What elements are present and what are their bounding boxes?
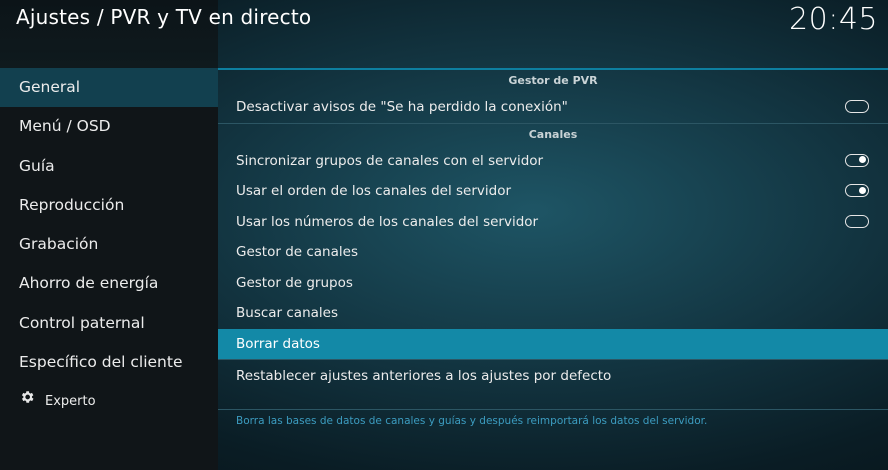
section-header-gestor-pvr: Gestor de PVR	[508, 74, 598, 87]
toggle-switch-on[interactable]	[845, 153, 869, 167]
sidebar: General Menú / OSD Guía Reproducción Gra…	[0, 68, 218, 470]
setting-label: Usar el orden de los canales del servido…	[236, 183, 512, 199]
sidebar-item-label: Menú / OSD	[19, 117, 111, 136]
setting-numeros-canales[interactable]: Usar los números de los canales del serv…	[218, 207, 888, 238]
sidebar-item-grabacion[interactable]: Grabación	[0, 225, 218, 264]
setting-label: Sincronizar grupos de canales con el ser…	[236, 152, 544, 169]
toggle-switch-off[interactable]	[845, 100, 869, 113]
setting-label: Gestor de canales	[236, 244, 358, 260]
setting-gestor-canales[interactable]: Gestor de canales	[218, 237, 888, 268]
sidebar-item-reproduccion[interactable]: Reproducción	[0, 186, 218, 225]
setting-borrar-datos[interactable]: Borrar datos	[218, 328, 888, 359]
toggle-switch-off[interactable]	[845, 214, 869, 228]
sidebar-item-label: Grabación	[19, 235, 99, 254]
sidebar-item-label: Reproducción	[19, 195, 125, 214]
setting-restablecer-ajustes[interactable]: Restablecer ajustes anteriores a los aju…	[218, 360, 888, 392]
sidebar-item-menu-osd[interactable]: Menú / OSD	[0, 107, 218, 146]
gear-icon	[19, 382, 35, 421]
sidebar-item-ahorro-energia[interactable]: Ahorro de energía	[0, 264, 218, 303]
sidebar-item-especifico-cliente[interactable]: Específico del cliente	[0, 343, 218, 382]
sidebar-item-label: Experto	[45, 394, 96, 410]
setting-gestor-grupos[interactable]: Gestor de grupos	[218, 268, 888, 299]
setting-label: Buscar canales	[236, 305, 339, 321]
sidebar-item-guia[interactable]: Guía	[0, 147, 218, 186]
setting-label: Gestor de grupos	[236, 274, 353, 291]
sidebar-item-label: Ahorro de energía	[19, 274, 159, 293]
setting-label: Restablecer ajustes anteriores a los aju…	[236, 368, 612, 384]
page-title: Ajustes / PVR y TV en directo	[16, 5, 312, 29]
sidebar-item-label: General	[19, 78, 81, 96]
setting-desactivar-avisos[interactable]: Desactivar avisos de "Se ha perdido la c…	[218, 92, 888, 123]
setting-label: Borrar datos	[236, 335, 320, 352]
setting-label: Usar los números de los canales del serv…	[236, 213, 539, 230]
setting-sincronizar-grupos[interactable]: Sincronizar grupos de canales con el ser…	[218, 146, 888, 177]
panel-top-divider	[218, 68, 888, 70]
sidebar-item-general[interactable]: General	[0, 68, 218, 108]
sidebar-item-label: Guía	[19, 156, 55, 175]
toggle-switch-on[interactable]	[845, 184, 869, 197]
sidebar-item-control-paternal[interactable]: Control paternal	[0, 304, 218, 343]
description-divider	[218, 409, 888, 410]
settings-level-button[interactable]: Experto	[0, 382, 218, 421]
settings-panel: Gestor de PVR Desactivar avisos de "Se h…	[218, 68, 888, 470]
clock: 20:45	[789, 2, 878, 37]
sidebar-item-label: Control paternal	[19, 313, 145, 332]
setting-orden-canales[interactable]: Usar el orden de los canales del servido…	[218, 176, 888, 207]
section-header-canales: Canales	[528, 127, 578, 141]
setting-description: Borra las bases de datos de canales y gu…	[236, 415, 708, 427]
sidebar-item-label: Específico del cliente	[19, 353, 183, 372]
setting-buscar-canales[interactable]: Buscar canales	[218, 298, 888, 329]
setting-label: Desactivar avisos de "Se ha perdido la c…	[236, 99, 568, 115]
